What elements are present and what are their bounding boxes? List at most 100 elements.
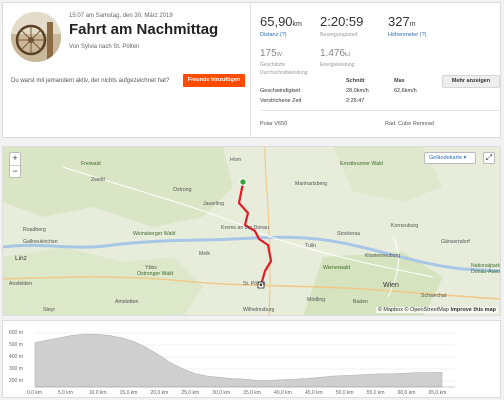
- map-label: Stockerau: [337, 231, 361, 237]
- map-label: Wien: [383, 282, 399, 289]
- map-attribution: © Mapbox © OpenStreetMap Improve this ma…: [375, 307, 498, 313]
- map-label: Korneuburg: [391, 223, 419, 229]
- x-tick-label: 50,0 km: [335, 390, 354, 396]
- map-label: Amstetten: [115, 299, 139, 305]
- activity-date: 15:07 am Samstag, den 30. März 2019: [69, 13, 173, 19]
- y-tick-label: 200 m: [9, 378, 23, 384]
- divider: [260, 110, 500, 111]
- stat-elevation: 327m Höhenmeter (?): [388, 13, 427, 38]
- activity-title: Fahrt am Nachmittag: [69, 21, 219, 38]
- zoom-in-button[interactable]: +: [10, 153, 20, 165]
- col-avg-header: Schnitt: [346, 78, 365, 84]
- device-name: Polar V650: [260, 121, 288, 127]
- chevron-down-icon: ▾: [463, 155, 467, 161]
- stats-table-header: Schnitt Max: [260, 78, 440, 87]
- elevation-area[interactable]: [34, 333, 443, 388]
- energy-unit: kJ: [345, 52, 351, 58]
- show-more-button[interactable]: Mehr anzeigen: [442, 75, 500, 88]
- nudge-text: Du warst mit jemandem aktiv, der nichts …: [11, 78, 170, 84]
- map-type-select[interactable]: Geländekarte ▾: [424, 152, 476, 164]
- row-avg: 2:25:47: [346, 98, 365, 104]
- map-label: Klosterneuburg: [365, 253, 401, 259]
- x-tick-label: 55,0 km: [366, 390, 385, 396]
- activity-header-card: 15:07 am Samstag, den 30. März 2019 Fahr…: [2, 2, 501, 138]
- elevation-plot: [34, 332, 455, 388]
- x-tick-label: 5,0 km: [57, 390, 73, 396]
- y-tick-label: 400 m: [9, 354, 23, 360]
- map-label: St. Pölten: [243, 281, 266, 287]
- map-label: Baden: [353, 299, 369, 305]
- map-label: Wienerwald: [323, 265, 351, 271]
- map-label: Manhartsberg: [295, 181, 328, 187]
- stat-moving-time: 2:20:59 Bewegungszeit: [320, 13, 363, 38]
- distance-unit: km: [292, 21, 302, 28]
- map-label: Ansfelden: [9, 281, 33, 287]
- x-tick-label: 20,0 km: [150, 390, 169, 396]
- row-label: Geschwindigkeit: [260, 88, 301, 94]
- fullscreen-icon[interactable]: ⤢: [483, 152, 495, 164]
- activity-route: Von Sylvia nach St. Pölten: [69, 44, 140, 50]
- y-tick-label: 600 m: [9, 330, 23, 336]
- row-max: 62,6km/h: [394, 88, 417, 94]
- x-tick-label: 35,0 km: [243, 390, 261, 396]
- table-row: Verstrichene Zeit 2:25:47: [260, 98, 440, 107]
- map-label: Weinsberger Wald: [133, 231, 176, 237]
- x-tick-label: 40,0 km: [274, 390, 292, 396]
- power-unit: W: [276, 52, 282, 58]
- elevation-label[interactable]: Höhenmeter (?): [388, 32, 427, 38]
- zoom-out-button[interactable]: −: [10, 165, 20, 177]
- stat-power: 175W Geschätzte Durchschnittsleistung: [260, 43, 308, 76]
- map-label: Gallneukirchen: [23, 239, 58, 245]
- row-label: Verstrichene Zeit: [260, 98, 302, 104]
- x-tick-label: 60,0 km: [397, 390, 416, 396]
- add-friends-button[interactable]: Freunde hinzufügen: [183, 74, 245, 87]
- avatar[interactable]: [11, 12, 61, 62]
- x-tick-label: 65,0 km: [428, 390, 447, 396]
- stat-energy: 1.476kJ Energieleistung: [320, 43, 354, 69]
- map-label: Wilhelmsburg: [243, 307, 275, 313]
- energy-label: Energieleistung: [320, 62, 355, 68]
- moving-time-label: Bewegungszeit: [320, 32, 358, 38]
- map-label: Tulln: [305, 243, 317, 249]
- y-tick-label: 300 m: [9, 366, 23, 372]
- row-avg: 28,0km/h: [346, 88, 369, 94]
- attribution-text[interactable]: © Mapbox © OpenStreetMap: [378, 307, 449, 313]
- bike-name: Rad: Cube Rennrad: [385, 121, 434, 127]
- y-tick-label: 500 m: [9, 342, 23, 348]
- map-terrain: [3, 147, 500, 315]
- map-label: Ernstbrunner Wald: [340, 161, 384, 167]
- map-type-label: Geländekarte: [429, 155, 463, 161]
- power-label-2: Durchschnittsleistung: [260, 69, 308, 76]
- table-row: Geschwindigkeit 28,0km/h 62,6km/h: [260, 88, 440, 97]
- x-tick-label: 10,0 km: [88, 390, 107, 396]
- map-label: Freiwald: [81, 161, 101, 167]
- x-tick-label: 15,0 km: [119, 390, 138, 396]
- map-label: Ostrong: [173, 187, 192, 193]
- map-label: Schwechat: [421, 293, 447, 299]
- col-max-header: Max: [394, 78, 405, 84]
- zoom-controls: + −: [9, 152, 21, 178]
- x-tick-label: 45,0 km: [304, 390, 323, 396]
- moving-time-value: 2:20:59: [320, 14, 364, 29]
- map-label: Jauerling: [203, 201, 225, 207]
- map-label: Gänserndorf: [441, 239, 470, 245]
- power-label-1: Geschätzte: [260, 62, 286, 68]
- activity-summary: 15:07 am Samstag, den 30. März 2019 Fahr…: [3, 3, 251, 137]
- activity-stats: 65,90km Distanz (?) 2:20:59 Bewegungszei…: [252, 3, 501, 137]
- map-label: Horn: [230, 157, 242, 163]
- elevation-value: 327: [388, 14, 410, 29]
- map-label: Ostronger Wald: [137, 271, 174, 277]
- map-label: Zwettl: [91, 177, 105, 183]
- x-tick-label: 25,0 km: [181, 390, 200, 396]
- energy-value: 1.476: [320, 48, 346, 59]
- map-label: Steyr: [43, 307, 56, 313]
- map-label: Nationalpark Donau-Auen: [471, 263, 501, 275]
- map-label: Linz: [15, 255, 27, 262]
- elevation-chart: 600 m 500 m 400 m 300 m 200 m 0,0 km 5,0 km 10…: [2, 320, 501, 398]
- stat-distance: 65,90km Distanz (?): [260, 13, 302, 38]
- map-label: Roadberg: [23, 227, 46, 233]
- route-map[interactable]: + − Geländekarte ▾ ⤢ Horn Freiwald Weins…: [2, 146, 501, 316]
- distance-label[interactable]: Distanz (?): [260, 32, 302, 38]
- x-tick-label: 0,0 km: [27, 390, 43, 396]
- improve-map-link[interactable]: Improve this map: [450, 307, 496, 313]
